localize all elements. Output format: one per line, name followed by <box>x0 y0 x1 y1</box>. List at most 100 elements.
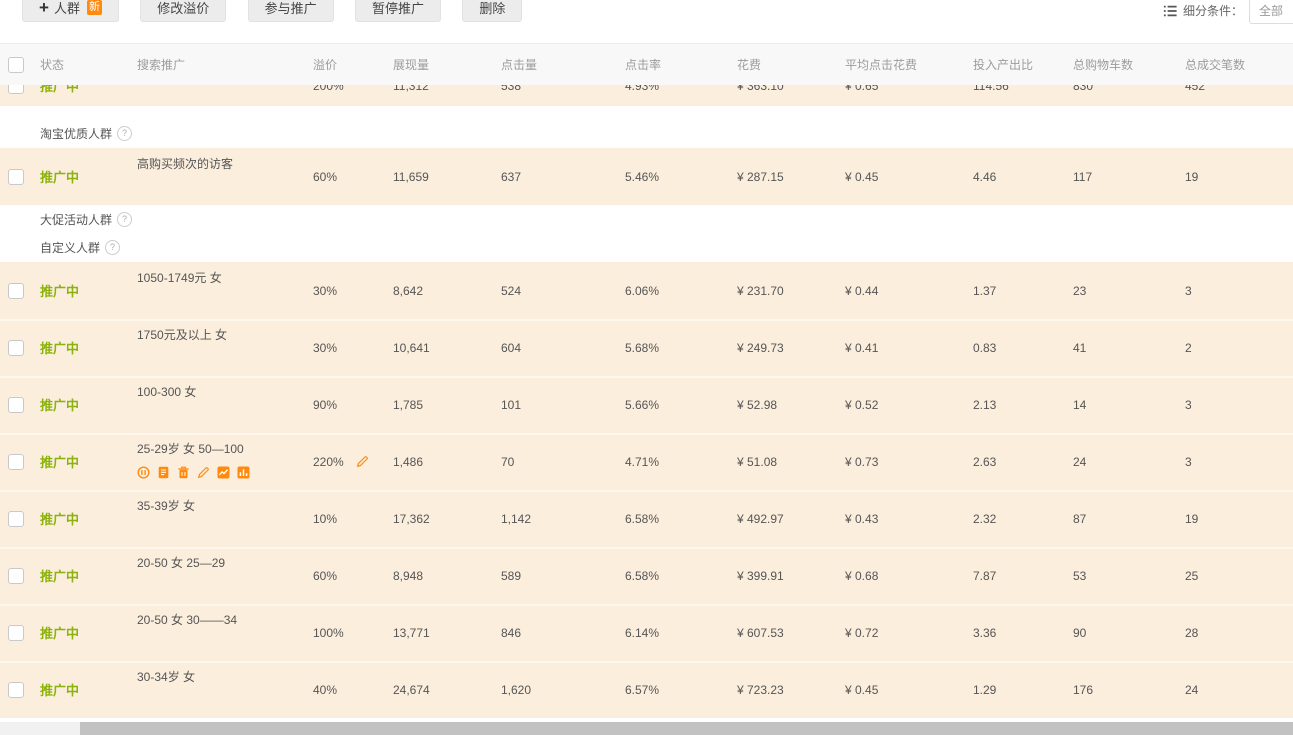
modify-premium-button[interactable]: 修改溢价 <box>140 0 226 22</box>
cell-orders: 25 <box>1185 547 1293 604</box>
horizontal-scrollbar-thumb[interactable] <box>80 722 1293 735</box>
section-label: 自定义人群 <box>40 239 100 256</box>
cell-impressions: 17,362 <box>393 490 501 547</box>
status-badge: 推广中 <box>40 680 79 699</box>
edit-icon[interactable] <box>197 466 210 479</box>
cell-ctr-value: 4.71% <box>625 455 659 469</box>
delete-icon[interactable] <box>177 466 190 479</box>
table-header: 状态 搜索推广 溢价 展现量 点击量 点击率 花费 平均点击花费 投入产出比 总… <box>0 43 1293 85</box>
cell-cost-value: ¥ 492.97 <box>737 512 784 526</box>
cell-cost-value: ¥ 399.91 <box>737 569 784 583</box>
cell-avg-cost: ¥ 0.52 <box>845 376 973 433</box>
list-icon <box>1163 5 1177 17</box>
status-badge: 推广中 <box>40 395 79 414</box>
row-checkbox[interactable] <box>8 85 24 94</box>
header-impressions: 展现量 <box>393 56 501 73</box>
cell-ctr-value: 5.68% <box>625 341 659 355</box>
table-row: 推广中1050-1749元 女30%8,6425246.06%¥ 231.70¥… <box>0 262 1293 319</box>
row-checkbox[interactable] <box>8 625 24 641</box>
cell-ctr-value: 5.46% <box>625 170 659 184</box>
row-checkbox[interactable] <box>8 511 24 527</box>
header-clicks: 点击量 <box>501 56 625 73</box>
cell-roi: 4.46 <box>973 148 1073 205</box>
row-checkbox[interactable] <box>8 454 24 470</box>
cell-ctr: 5.68% <box>625 319 737 376</box>
help-icon[interactable]: ? <box>117 126 132 141</box>
row-checkbox[interactable] <box>8 397 24 413</box>
plus-icon: + <box>39 0 49 16</box>
row-checkbox[interactable] <box>8 283 24 299</box>
cell-ctr-value: 6.58% <box>625 569 659 583</box>
crowd-name: 30-34岁 女 <box>137 670 313 684</box>
cell-avg-cost: ¥ 0.65 <box>845 85 973 106</box>
edit-premium-icon[interactable] <box>356 455 369 468</box>
cell-ctr-value: 6.57% <box>625 683 659 697</box>
section-label: 大促活动人群 <box>40 211 112 228</box>
help-icon[interactable]: ? <box>105 240 120 255</box>
cell-avg-cost-value: ¥ 0.45 <box>845 170 878 184</box>
cell-checkbox <box>0 604 40 661</box>
cell-orders: 3 <box>1185 262 1293 319</box>
cell-avg-cost-value: ¥ 0.65 <box>845 85 878 93</box>
row-checkbox[interactable] <box>8 340 24 356</box>
log-icon[interactable] <box>157 466 170 479</box>
cell-clicks: 538 <box>501 85 625 106</box>
cell-impressions: 11,312 <box>393 85 501 106</box>
cell-carts: 87 <box>1073 490 1185 547</box>
row-checkbox[interactable] <box>8 568 24 584</box>
pause-icon[interactable] <box>137 466 150 479</box>
select-all-checkbox[interactable] <box>8 57 24 73</box>
cell-carts-value: 90 <box>1073 626 1086 640</box>
segment-filter-select[interactable]: 全部 <box>1249 0 1293 24</box>
cell-name: 1750元及以上 女 <box>137 319 313 376</box>
cell-orders: 452 <box>1185 85 1293 106</box>
join-promotion-button[interactable]: 参与推广 <box>248 0 334 22</box>
table-row: 推广中20-50 女 30——34100%13,7718466.14%¥ 607… <box>0 604 1293 661</box>
cell-avg-cost: ¥ 0.72 <box>845 604 973 661</box>
cell-premium: 40% <box>313 661 393 718</box>
cell-cost: ¥ 51.08 <box>737 433 845 490</box>
row-checkbox[interactable] <box>8 169 24 185</box>
cell-roi-value: 0.83 <box>973 341 996 355</box>
cell-clicks-value: 101 <box>501 398 521 412</box>
table-row: 推广中20-50 女 25—2960%8,9485896.58%¥ 399.91… <box>0 547 1293 604</box>
cell-premium-value: 30% <box>313 284 337 298</box>
horizontal-scrollbar-track[interactable] <box>0 722 1293 735</box>
header-checkbox-cell <box>0 57 40 73</box>
table-body: 推广中200%11,3125384.93%¥ 363.10¥ 0.65114.5… <box>0 85 1293 718</box>
pause-promotion-button[interactable]: 暂停推广 <box>355 0 441 22</box>
cell-carts-value: 23 <box>1073 284 1086 298</box>
help-icon[interactable]: ? <box>117 212 132 227</box>
delete-button[interactable]: 删除 <box>462 0 522 22</box>
cell-avg-cost: ¥ 0.41 <box>845 319 973 376</box>
cell-cost-value: ¥ 607.53 <box>737 626 784 640</box>
add-crowd-button[interactable]: + 人群 新 <box>22 0 119 22</box>
header-premium: 溢价 <box>313 56 393 73</box>
cell-orders-value: 28 <box>1185 626 1198 640</box>
cell-checkbox <box>0 148 40 205</box>
cell-ctr-value: 5.66% <box>625 398 659 412</box>
header-roi: 投入产出比 <box>973 56 1073 73</box>
cell-carts-value: 14 <box>1073 398 1086 412</box>
traffic-icon[interactable] <box>237 466 250 479</box>
cell-roi-value: 1.29 <box>973 683 996 697</box>
cell-status: 推广中 <box>40 433 137 490</box>
cell-roi-value: 2.13 <box>973 398 996 412</box>
header-ctr: 点击率 <box>625 56 737 73</box>
row-checkbox[interactable] <box>8 682 24 698</box>
cell-carts: 176 <box>1073 661 1185 718</box>
report-icon[interactable] <box>217 466 230 479</box>
cell-orders: 24 <box>1185 661 1293 718</box>
add-crowd-label: 人群 <box>54 0 80 17</box>
cell-ctr: 4.71% <box>625 433 737 490</box>
cell-orders-value: 19 <box>1185 512 1198 526</box>
cell-orders-value: 3 <box>1185 284 1192 298</box>
cell-avg-cost-value: ¥ 0.73 <box>845 455 878 469</box>
segment-filter-value: 全部 <box>1259 2 1283 19</box>
cell-carts-value: 87 <box>1073 512 1086 526</box>
cell-clicks-value: 637 <box>501 170 521 184</box>
cell-carts-value: 53 <box>1073 569 1086 583</box>
cell-avg-cost: ¥ 0.45 <box>845 148 973 205</box>
cell-status: 推广中 <box>40 148 137 205</box>
cell-orders-value: 3 <box>1185 398 1192 412</box>
